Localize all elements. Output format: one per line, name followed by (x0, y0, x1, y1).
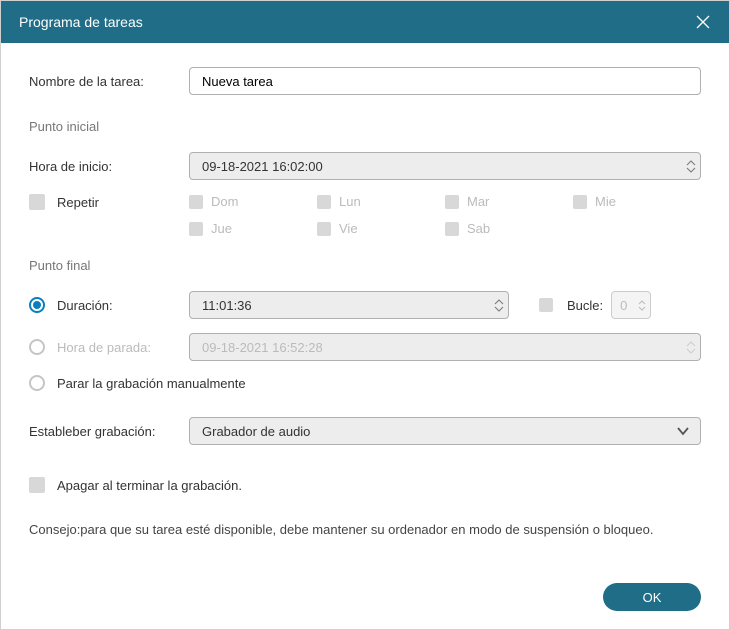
loop-label: Bucle: (567, 298, 603, 313)
day-label: Mie (595, 194, 616, 209)
day-grid: Dom Lun Mar Mie Jue Vie Sab (189, 194, 701, 236)
duration-radio[interactable] (29, 297, 45, 313)
day-checkbox-mie[interactable] (573, 195, 587, 209)
day-label: Mar (467, 194, 489, 209)
task-name-label: Nombre de la tarea: (29, 74, 189, 89)
day-checkbox-sab[interactable] (445, 222, 459, 236)
tip-text: Consejo:para que su tarea esté disponibl… (29, 521, 701, 539)
stop-time-radio[interactable] (29, 339, 45, 355)
day-label: Dom (211, 194, 238, 209)
start-time-input[interactable]: 09-18-2021 16:02:00 (189, 152, 701, 180)
loop-input[interactable]: 0 (611, 291, 651, 319)
spinner-arrows-icon[interactable] (494, 299, 504, 312)
day-label: Lun (339, 194, 361, 209)
stop-time-label: Hora de parada: (57, 340, 151, 355)
day-checkbox-vie[interactable] (317, 222, 331, 236)
close-icon[interactable] (695, 14, 711, 30)
spinner-arrows-icon[interactable] (638, 300, 646, 311)
day-checkbox-lun[interactable] (317, 195, 331, 209)
task-name-input[interactable] (189, 67, 701, 95)
spinner-arrows-icon[interactable] (686, 160, 696, 173)
day-checkbox-mar[interactable] (445, 195, 459, 209)
chevron-down-icon (676, 424, 690, 439)
set-recording-value: Grabador de audio (202, 424, 676, 439)
stop-time-input[interactable]: 09-18-2021 16:52:28 (189, 333, 701, 361)
day-checkbox-dom[interactable] (189, 195, 203, 209)
day-checkbox-jue[interactable] (189, 222, 203, 236)
repeat-label: Repetir (57, 195, 99, 210)
shutdown-label: Apagar al terminar la grabación. (57, 478, 242, 493)
manual-stop-label: Parar la grabación manualmente (57, 376, 246, 391)
stop-time-value: 09-18-2021 16:52:28 (202, 340, 680, 355)
titlebar: Programa de tareas (1, 1, 729, 43)
dialog-title: Programa de tareas (19, 14, 143, 30)
loop-value: 0 (620, 298, 632, 313)
day-label: Vie (339, 221, 358, 236)
repeat-checkbox[interactable] (29, 194, 45, 210)
duration-input[interactable]: 11:01:36 (189, 291, 509, 319)
task-scheduler-dialog: Programa de tareas Nombre de la tarea: P… (0, 0, 730, 630)
set-recording-dropdown[interactable]: Grabador de audio (189, 417, 701, 445)
start-time-value: 09-18-2021 16:02:00 (202, 159, 680, 174)
dialog-body: Nombre de la tarea: Punto inicial Hora d… (1, 43, 729, 629)
spinner-arrows-icon[interactable] (686, 341, 696, 354)
ok-button[interactable]: OK (603, 583, 701, 611)
shutdown-checkbox[interactable] (29, 477, 45, 493)
day-label: Sab (467, 221, 490, 236)
end-section-heading: Punto final (29, 258, 701, 273)
start-time-label: Hora de inicio: (29, 159, 189, 174)
loop-checkbox[interactable] (539, 298, 553, 312)
duration-label: Duración: (57, 298, 113, 313)
start-section-heading: Punto inicial (29, 119, 701, 134)
day-label: Jue (211, 221, 232, 236)
duration-value: 11:01:36 (202, 298, 488, 313)
manual-stop-radio[interactable] (29, 375, 45, 391)
set-recording-label: Estableber grabación: (29, 424, 189, 439)
